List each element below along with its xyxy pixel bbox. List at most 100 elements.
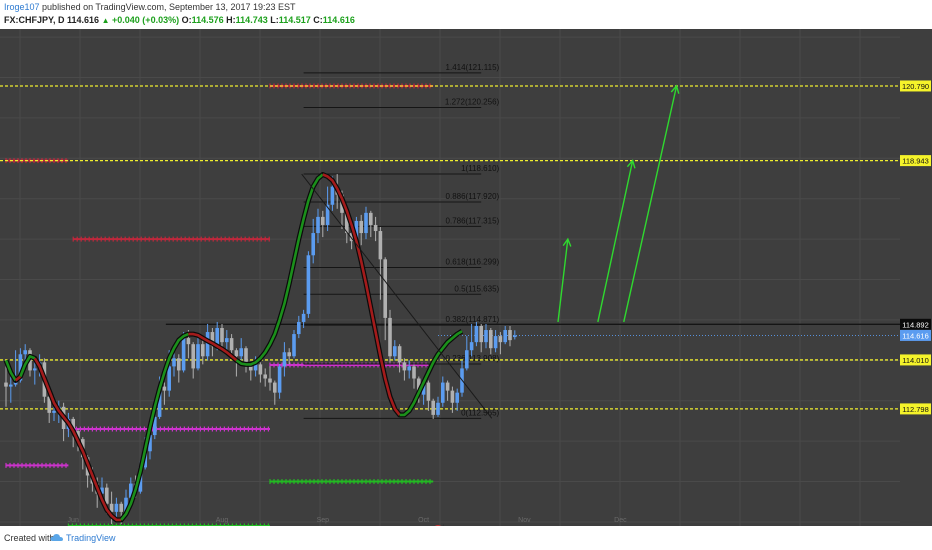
candle-down (4, 382, 8, 387)
open-value: 114.576 (191, 15, 224, 25)
tradingview-brand[interactable]: TradingView (66, 533, 116, 543)
candle-up (172, 358, 176, 367)
fib-level-label: 0.5(115.635) (454, 284, 499, 293)
candle-up (513, 335, 517, 338)
candle-up (33, 368, 37, 371)
candle-down (402, 362, 407, 371)
fib-level-label: 1.272(120.256) (445, 98, 500, 107)
candle-down (191, 344, 195, 369)
time-axis-label: Dec (614, 517, 627, 524)
candle-down (388, 317, 392, 357)
tradingview-cloud-icon (50, 534, 63, 541)
candle-up (225, 338, 229, 343)
time-axis-label: Oct (418, 517, 429, 524)
candle-down (258, 364, 263, 375)
candle-up (282, 352, 287, 367)
fib-level-label: 1.414(121.115) (446, 63, 500, 72)
close-label: C: (313, 15, 323, 25)
fib-level-label: 1(118.610) (461, 164, 499, 173)
candle-up (301, 313, 306, 322)
candle-up (407, 366, 411, 371)
high-label: H: (226, 15, 236, 25)
candle-up (493, 336, 498, 349)
candle-down (373, 224, 378, 232)
price-tag-level: 118.943 (902, 157, 929, 166)
high-value: 114.743 (235, 15, 268, 25)
time-axis-label: Jun (68, 517, 79, 524)
fib-level-label: 0.618(116.299) (446, 257, 500, 266)
author-link[interactable]: Iroge107 (4, 2, 40, 12)
candle-down (445, 382, 450, 391)
candle-down (412, 366, 416, 379)
candle-down (383, 259, 387, 318)
candle-up (465, 350, 469, 369)
candle-down (162, 386, 167, 391)
candle-down (263, 374, 267, 379)
created-with-text: Created with (4, 533, 55, 543)
candle-up (316, 216, 320, 234)
candle-up (52, 410, 56, 413)
candle-up (503, 330, 507, 343)
candle-down (431, 400, 435, 415)
price-axis-background (900, 29, 932, 526)
price-tag-resistance: 114.892 (902, 320, 929, 329)
candle-down (273, 382, 277, 393)
up-triangle-icon: ▲ (101, 16, 110, 25)
low-label: L: (270, 15, 279, 25)
published-text: published on TradingView.com, September … (42, 2, 296, 12)
candle-up (181, 338, 186, 371)
candle-up (306, 255, 311, 314)
fib-level-label: 0.236(113.908) (446, 354, 500, 363)
candle-up (9, 384, 13, 387)
candle-down (426, 382, 431, 401)
candle-down (359, 220, 363, 234)
fib-level-label: 0(112.565) (461, 408, 499, 417)
symbol-info: FX:CHFJPY, D 114.616 ▲ +0.040 (+0.03%) O… (4, 15, 355, 25)
footer: Created with TradingView (0, 526, 932, 550)
cross-level-ticks (269, 479, 431, 485)
low-value: 114.517 (278, 15, 311, 25)
chart-header: Iroge107 published on TradingView.com, S… (0, 0, 932, 30)
candle-up (330, 186, 335, 205)
candle-up (114, 503, 119, 512)
fib-level-label: 0.886(117.920) (446, 192, 500, 201)
candle-down (397, 346, 402, 363)
candle-up (297, 321, 301, 335)
candle-down (177, 358, 181, 371)
time-axis-label: Sep (317, 517, 330, 524)
candle-down (450, 390, 455, 403)
candle-down (498, 336, 503, 343)
candle-up (436, 402, 440, 415)
fib-level-label: 0.786(117.315) (446, 216, 500, 225)
candle-down (220, 328, 224, 343)
candle-down (234, 350, 239, 357)
price-tag-level: 114.010 (902, 356, 929, 365)
candle-down (186, 338, 191, 345)
candle-up (455, 392, 459, 403)
candle-up (23, 350, 27, 355)
candle-up (277, 366, 282, 393)
candle-up (239, 348, 243, 357)
candle-down (489, 330, 493, 349)
candle-up (292, 334, 296, 357)
candle-up (167, 366, 171, 391)
candle-down (249, 366, 253, 371)
candle-down (268, 378, 272, 383)
price-chart[interactable]: 0(112.565) 0.236(113.908) 0.382(114.871) 0.… (0, 29, 932, 526)
open-label: O: (181, 15, 192, 25)
candle-up (474, 325, 479, 343)
candle-down (119, 503, 123, 512)
last-price: 114.616 (67, 15, 100, 25)
candle-down (378, 231, 383, 260)
candle-down (287, 352, 291, 357)
candle-down (479, 325, 483, 343)
candle-up (196, 344, 200, 369)
candle-up (469, 342, 474, 351)
publish-info: Iroge107 published on TradingView.com, S… (4, 2, 296, 12)
candle-up (364, 212, 368, 234)
time-axis-label: Nov (518, 517, 531, 524)
price-tag-level: 112.798 (902, 405, 929, 414)
candle-down (369, 212, 373, 225)
candle-up (441, 382, 445, 403)
symbol-name: FX:CHFJPY, D (4, 15, 65, 25)
